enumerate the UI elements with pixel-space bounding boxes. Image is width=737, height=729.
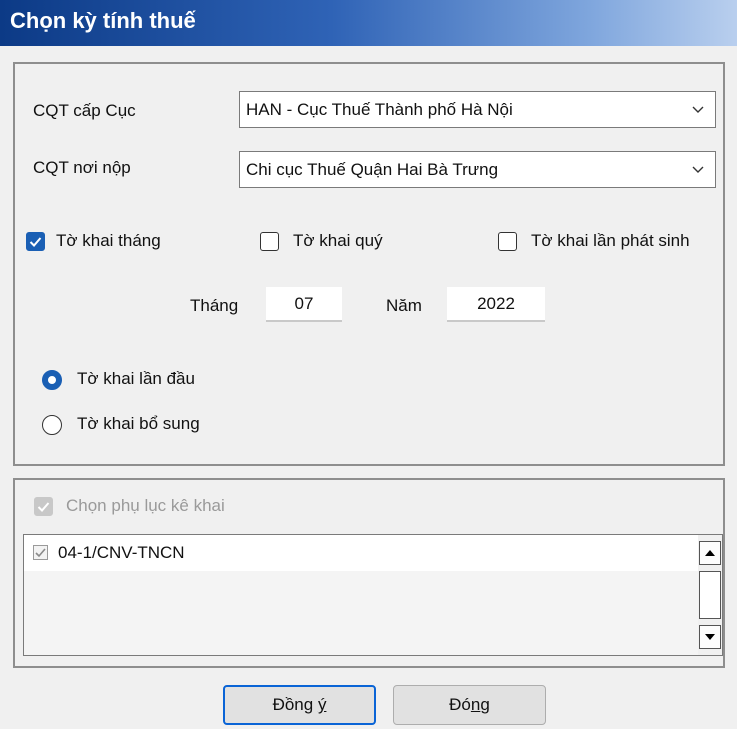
check-icon — [35, 548, 46, 558]
appendix-select-label: Chọn phụ lục kê khai — [66, 496, 225, 515]
cqt-cap-cuc-select[interactable]: HAN - Cục Thuế Thành phố Hà Nội — [239, 91, 716, 128]
scrollbar-thumb[interactable] — [699, 571, 721, 619]
cqt-noi-nop-label: CQT nơi nộp — [33, 158, 131, 177]
list-item[interactable]: 04-1/CNV-TNCN — [24, 535, 698, 571]
vertical-scrollbar[interactable] — [698, 535, 722, 655]
supplement-declaration-label: Tờ khai bổ sung — [77, 414, 200, 433]
ok-label-mnemonic: ý — [317, 695, 327, 714]
check-icon — [29, 237, 42, 247]
close-button[interactable]: Đóng — [393, 685, 546, 725]
chevron-down-icon — [692, 166, 704, 173]
year-label: Năm — [386, 296, 422, 315]
ok-label-pre: Đồng — [272, 695, 318, 714]
cqt-cap-cuc-label: CQT cấp Cục — [33, 101, 136, 120]
title-bar: Chọn kỳ tính thuế — [0, 0, 737, 46]
scroll-up-button[interactable] — [699, 541, 721, 565]
supplement-declaration-radio[interactable] — [42, 415, 62, 435]
incidental-label: Tờ khai lần phát sinh — [531, 231, 690, 250]
month-label: Tháng — [190, 296, 239, 315]
quarterly-label: Tờ khai quý — [293, 231, 383, 250]
scroll-down-button[interactable] — [699, 625, 721, 649]
month-input[interactable]: 07 — [266, 287, 342, 322]
item-checkbox[interactable] — [33, 545, 48, 560]
arrow-down-icon — [705, 634, 715, 640]
first-declaration-label: Tờ khai lần đầu — [77, 369, 195, 388]
appendix-list[interactable]: 04-1/CNV-TNCN — [23, 534, 723, 656]
chevron-down-icon — [692, 106, 704, 113]
cqt-cap-cuc-value: HAN - Cục Thuế Thành phố Hà Nội — [246, 100, 513, 119]
close-label-mnemonic: n — [470, 695, 481, 714]
monthly-checkbox[interactable] — [26, 232, 45, 251]
check-icon — [37, 502, 50, 512]
close-label-pre: Đó — [449, 695, 471, 714]
first-declaration-radio[interactable] — [42, 370, 62, 390]
cqt-noi-nop-value: Chi cục Thuế Quận Hai Bà Trưng — [246, 160, 499, 179]
cqt-noi-nop-select[interactable]: Chi cục Thuế Quận Hai Bà Trưng — [239, 151, 716, 188]
close-label-post: g — [480, 695, 490, 714]
incidental-checkbox[interactable] — [498, 232, 517, 251]
appendix-select-checkbox — [34, 497, 53, 516]
quarterly-checkbox[interactable] — [260, 232, 279, 251]
list-item-label: 04-1/CNV-TNCN — [58, 543, 185, 562]
year-input[interactable]: 2022 — [447, 287, 545, 322]
monthly-label: Tờ khai tháng — [56, 231, 161, 250]
ok-button[interactable]: Đồng ý — [223, 685, 376, 725]
window-title: Chọn kỳ tính thuế — [10, 8, 196, 33]
arrow-up-icon — [705, 550, 715, 556]
